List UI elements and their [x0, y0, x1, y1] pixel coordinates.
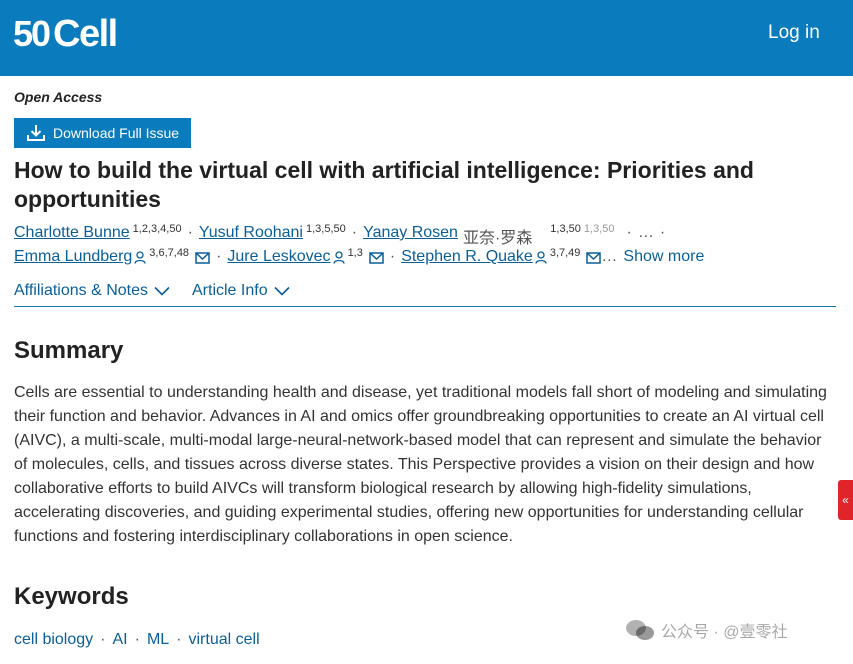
keyword-list: cell biology · AI · ML · virtual cell: [14, 631, 260, 649]
author-link[interactable]: Yusuf Roohani: [199, 224, 303, 242]
author-link[interactable]: Stephen R. Quake: [401, 248, 533, 266]
keyword-separator: ·: [176, 631, 182, 648]
summary-heading: Summary: [14, 337, 124, 364]
email-icon[interactable]: [586, 251, 602, 269]
summary-text: Cells are essential to understanding hea…: [14, 384, 827, 545]
login-link[interactable]: Log in: [768, 22, 820, 44]
author-ellipsis: …: [601, 248, 618, 265]
author-separator: ·: [659, 224, 666, 241]
author-affiliations: 1,3,5,50: [305, 223, 346, 235]
author-row: Emma Lundberg 3,6,7,48 · Jure Leskovec 1…: [14, 247, 704, 269]
author-separator: ·: [389, 248, 396, 265]
author-affiliations: 3,6,7,48: [149, 247, 190, 259]
chevron-down-icon: [274, 286, 290, 296]
author-ellipsis: …: [637, 224, 654, 241]
show-more-link[interactable]: Show more: [623, 248, 704, 266]
double-chevron-left-icon: «: [842, 493, 849, 507]
tab-article-info[interactable]: Article Info: [192, 282, 290, 300]
divider: [14, 306, 836, 307]
open-access-label: Open Access: [14, 89, 103, 105]
tab-affiliations-notes[interactable]: Affiliations & Notes: [14, 282, 170, 300]
author-separator: ·: [626, 224, 632, 241]
download-label: Download Full Issue: [53, 125, 180, 141]
cell-logo[interactable]: 50 Cell: [13, 13, 118, 55]
site-header: 50 Cell Log in: [0, 0, 853, 76]
keyword-link[interactable]: ML: [147, 631, 169, 649]
keywords-heading: Keywords: [14, 583, 129, 610]
author-row: Charlotte Bunne 1,2,3,4,50 · Yusuf Rooha…: [14, 223, 671, 248]
email-icon[interactable]: [195, 251, 210, 269]
person-icon[interactable]: [535, 251, 547, 269]
keyword-link[interactable]: virtual cell: [189, 631, 260, 649]
download-full-issue-button[interactable]: Download Full Issue: [14, 118, 191, 148]
author-affiliations: 1,2,3,4,50: [132, 223, 182, 235]
wechat-icon: [626, 620, 654, 640]
author-separator: ·: [351, 224, 358, 241]
person-icon[interactable]: [134, 251, 146, 269]
author-link[interactable]: Charlotte Bunne: [14, 224, 130, 242]
watermark: 公众号 · @壹零社: [625, 618, 787, 642]
keyword-link[interactable]: AI: [112, 631, 127, 649]
keyword-separator: ·: [134, 631, 140, 648]
logo-number: 50: [13, 13, 51, 54]
chevron-down-icon: [154, 286, 170, 296]
keyword-link[interactable]: cell biology: [14, 631, 93, 649]
author-translated-name: 亚奈·罗森: [462, 230, 533, 247]
keyword-separator: ·: [100, 631, 106, 648]
watermark-text: 公众号 · @壹零社: [661, 624, 788, 641]
author-separator: ·: [187, 224, 193, 241]
tab-label: Affiliations & Notes: [14, 282, 148, 299]
tab-label: Article Info: [192, 282, 268, 299]
article-title: How to build the virtual cell with artif…: [14, 157, 754, 212]
author-link[interactable]: Emma Lundberg: [14, 248, 132, 266]
email-icon[interactable]: [369, 251, 384, 269]
author-affiliations: 3,7,49: [549, 247, 581, 259]
author-affiliations: 1,3,50: [550, 223, 581, 235]
person-icon[interactable]: [332, 251, 345, 269]
side-panel-toggle[interactable]: «: [838, 480, 853, 520]
author-link[interactable]: Jure Leskovec: [227, 248, 330, 266]
author-affiliations: 1,3: [347, 247, 363, 259]
download-icon: [27, 125, 45, 141]
logo-text: Cell: [53, 13, 118, 55]
author-separator: ·: [216, 248, 222, 265]
article-tabs: Affiliations & Notes Article Info: [14, 282, 290, 300]
author-affiliations-duplicate: 1,3,50: [583, 223, 615, 235]
author-link[interactable]: Yanay Rosen: [363, 224, 458, 242]
